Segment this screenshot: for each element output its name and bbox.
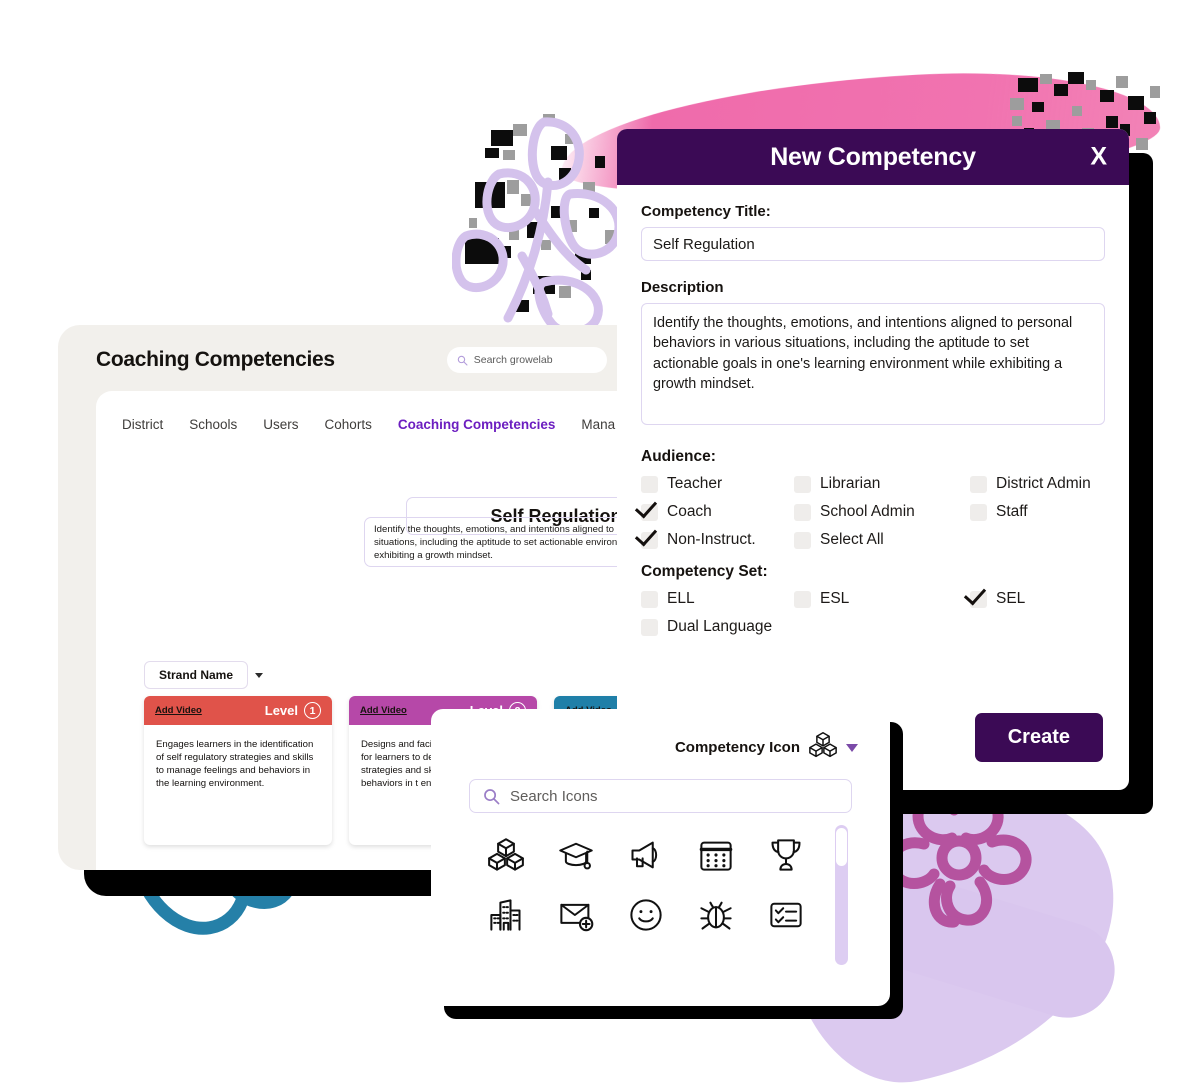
add-video-link[interactable]: Add Video — [155, 705, 202, 716]
caret-down-icon[interactable] — [846, 743, 858, 752]
global-search-placeholder: Search growelab — [473, 354, 553, 366]
set-checkbox-ell[interactable]: ELL — [641, 590, 794, 608]
buildings-icon[interactable] — [486, 895, 526, 935]
description-textarea[interactable]: Identify the thoughts, emotions, and int… — [641, 303, 1105, 425]
mail-add-icon[interactable] — [556, 895, 596, 935]
tab-coaching-competencies[interactable]: Coaching Competencies — [398, 417, 556, 432]
checklist-icon[interactable] — [766, 895, 806, 935]
tab-district[interactable]: District — [122, 417, 163, 432]
checkbox-checked-icon[interactable] — [641, 531, 658, 549]
page-title: Coaching Competencies — [96, 348, 335, 371]
scrollbar-thumb[interactable] — [836, 828, 847, 866]
audience-checkbox-coach[interactable]: Coach — [641, 503, 794, 521]
level-card-header: Add Video Level 1 — [144, 696, 332, 725]
cubes-icon[interactable] — [486, 835, 526, 875]
set-checkbox-dual-language[interactable]: Dual Language — [641, 618, 794, 636]
checkbox-label: Non-Instruct. — [667, 531, 756, 548]
checkbox-label: Coach — [667, 503, 712, 520]
checkbox-label: Librarian — [820, 475, 881, 492]
search-icons-input[interactable]: Search Icons — [469, 779, 852, 813]
search-icons-placeholder: Search Icons — [510, 787, 598, 805]
checkbox-label: Teacher — [667, 475, 723, 492]
checkbox-label: Dual Language — [667, 618, 773, 635]
competency-set-checkbox-grid: ELL ESL SEL Dual Language — [641, 590, 1105, 636]
level-card-description[interactable]: Engages learners in the identification o… — [144, 725, 332, 845]
checkbox-icon[interactable] — [970, 475, 987, 493]
leaf-sprig-decoration — [452, 117, 624, 337]
smiley-icon[interactable] — [626, 895, 666, 935]
chevron-down-icon[interactable] — [255, 672, 264, 678]
tab-cohorts[interactable]: Cohorts — [325, 417, 372, 432]
graduation-cap-icon[interactable] — [556, 835, 596, 875]
checkbox-label: SEL — [996, 590, 1026, 607]
create-button[interactable]: Create — [974, 713, 1103, 762]
strand-selector-row: Strand Name — [144, 661, 264, 689]
checkbox-label: ELL — [667, 590, 695, 607]
competency-title-input[interactable] — [641, 227, 1105, 261]
megaphone-icon[interactable] — [626, 835, 666, 875]
checkbox-label: Select All — [820, 531, 884, 548]
checkbox-icon[interactable] — [970, 503, 987, 521]
level-card: Add Video Level 1 Engages learners in the i… — [144, 696, 332, 845]
audience-checkbox-grid: Teacher Librarian District Admin Coach Schoo… — [641, 475, 1105, 549]
new-competency-modal: New Competency X Competency Title: Descr… — [617, 129, 1129, 790]
competency-set-label: Competency Set: — [641, 563, 768, 580]
checkbox-label: ESL — [820, 590, 850, 607]
audience-checkbox-staff[interactable]: Staff — [970, 503, 1105, 521]
audience-checkbox-librarian[interactable]: Librarian — [794, 475, 970, 493]
audience-checkbox-district-admin[interactable]: District Admin — [970, 475, 1105, 493]
audience-checkbox-school-admin[interactable]: School Admin — [794, 503, 970, 521]
calendar-icon[interactable] — [696, 835, 736, 875]
set-checkbox-sel[interactable]: SEL — [970, 590, 1105, 608]
modal-body: Competency Title: Description Identify t… — [617, 185, 1129, 636]
modal-header: New Competency X — [617, 129, 1129, 185]
audience-checkbox-non-instruct-[interactable]: Non-Instruct. — [641, 531, 794, 549]
checkbox-label: District Admin — [996, 475, 1091, 492]
competency-title-label: Competency Title: — [641, 203, 771, 220]
checkbox-icon[interactable] — [641, 475, 658, 493]
checkbox-label: School Admin — [820, 503, 915, 520]
checkbox-icon[interactable] — [794, 503, 811, 521]
search-icon — [457, 355, 468, 366]
audience-checkbox-teacher[interactable]: Teacher — [641, 475, 794, 493]
checkbox-icon[interactable] — [794, 531, 811, 549]
checkbox-label: Staff — [996, 503, 1028, 520]
icon-grid-scrollbar[interactable] — [835, 825, 848, 965]
competency-icon-label: Competency Icon — [674, 739, 800, 756]
bug-icon[interactable] — [696, 895, 736, 935]
cubes-icon — [809, 731, 837, 764]
audience-label: Audience: — [641, 448, 716, 465]
global-search-input[interactable]: Search growelab — [446, 347, 607, 373]
set-checkbox-esl[interactable]: ESL — [794, 590, 970, 608]
trophy-icon[interactable] — [766, 835, 806, 875]
audience-checkbox-select-all[interactable]: Select All — [794, 531, 970, 549]
checkbox-icon[interactable] — [794, 475, 811, 493]
icon-picker-header: Competency Icon — [431, 709, 890, 764]
tab-users[interactable]: Users — [263, 417, 298, 432]
screenshot-stage: Coaching Competencies Search growelab Di… — [0, 0, 1186, 1088]
description-label: Description — [641, 279, 724, 296]
checkbox-checked-icon[interactable] — [641, 503, 658, 521]
icon-results-grid — [471, 835, 821, 935]
lavender-swoosh-tail-decoration — [859, 865, 1127, 1030]
strand-name-button[interactable]: Strand Name — [144, 661, 249, 689]
checkbox-icon[interactable] — [794, 590, 811, 608]
checkbox-icon[interactable] — [641, 618, 658, 636]
close-icon[interactable]: X — [1090, 143, 1107, 172]
tab-mana[interactable]: Mana — [581, 417, 615, 432]
level-badge: Level 1 — [265, 702, 321, 719]
level-label: Level — [264, 703, 298, 718]
modal-title: New Competency — [770, 142, 976, 171]
checkbox-checked-icon[interactable] — [970, 590, 987, 608]
tab-schools[interactable]: Schools — [189, 417, 237, 432]
search-icon — [484, 788, 500, 804]
checkbox-icon[interactable] — [641, 590, 658, 608]
add-video-link[interactable]: Add Video — [360, 705, 407, 716]
competency-icon-picker-panel: Competency Icon Search Icons — [431, 709, 890, 1006]
flower-decoration — [886, 792, 1032, 928]
level-number: 1 — [304, 702, 321, 719]
